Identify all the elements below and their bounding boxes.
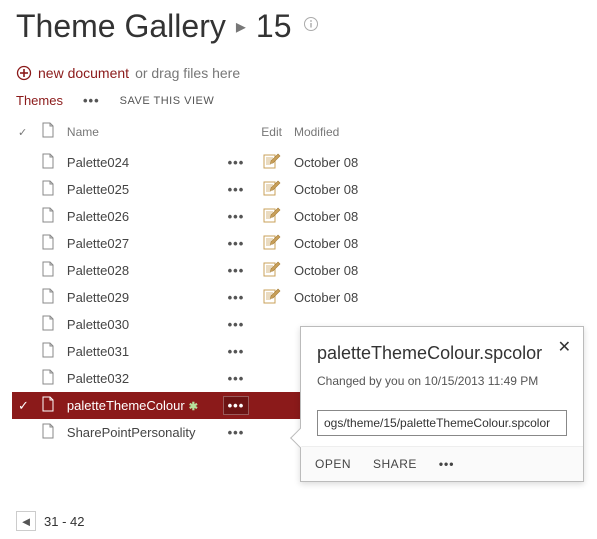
row-menu-button[interactable]: ••• [228,344,245,359]
row-checkbox[interactable]: ✓ [12,392,35,419]
save-view-button[interactable]: SAVE THIS VIEW [120,95,215,113]
modified-cell: October 08 [288,149,382,176]
row-checkbox[interactable] [12,311,35,338]
callout-close-button[interactable]: ✕ [558,337,571,357]
file-name-link[interactable]: Palette029 [67,290,129,305]
column-header-row: ✓ Name Edit Modified [12,116,382,149]
drag-hint: or drag files here [135,65,240,81]
row-checkbox[interactable] [12,338,35,365]
name-header[interactable]: Name [61,116,217,149]
file-icon [35,392,61,419]
callout-share-button[interactable]: SHARE [373,457,417,471]
file-icon [35,203,61,230]
file-icon [35,284,61,311]
breadcrumb-current: 15 [256,8,292,45]
table-row[interactable]: Palette027 ••• October 08 [12,230,382,257]
add-icon[interactable] [16,65,32,81]
views-menu-button[interactable]: ••• [83,93,100,114]
file-name-link[interactable]: Palette032 [67,371,129,386]
view-toolbar: Themes ••• SAVE THIS VIEW [0,87,597,116]
edit-button[interactable] [255,284,288,311]
row-menu-button[interactable]: ••• [228,290,245,305]
pager: ◄ 31 - 42 [16,511,84,531]
table-row[interactable]: Palette028 ••• October 08 [12,257,382,284]
callout-footer: OPEN SHARE ••• [301,446,583,481]
file-name-link[interactable]: Palette027 [67,236,129,251]
row-menu-button[interactable]: ••• [228,236,245,251]
file-icon [35,338,61,365]
tab-themes[interactable]: Themes [16,93,63,114]
row-menu-button[interactable]: ••• [228,371,245,386]
row-menu-button[interactable]: ••• [223,396,250,415]
edit-button[interactable] [255,203,288,230]
file-icon [35,149,61,176]
row-checkbox[interactable] [12,230,35,257]
pager-range: 31 - 42 [44,514,84,529]
new-document-row: new document or drag files here [0,51,597,87]
file-name-link[interactable]: Palette030 [67,317,129,332]
row-checkbox[interactable] [12,365,35,392]
row-menu-button[interactable]: ••• [228,155,245,170]
modified-cell: October 08 [288,284,382,311]
item-callout: ✕ paletteThemeColour.spcolor Changed by … [300,326,584,482]
row-checkbox[interactable] [12,257,35,284]
breadcrumb-chevron-icon: ▸ [236,14,246,39]
file-name-link[interactable]: Palette024 [67,155,129,170]
modified-cell: October 08 [288,176,382,203]
type-header[interactable] [35,116,61,149]
callout-open-button[interactable]: OPEN [315,457,351,471]
edit-button[interactable] [255,149,288,176]
file-name-link[interactable]: Palette031 [67,344,129,359]
file-icon [35,365,61,392]
callout-subtitle: Changed by you on 10/15/2013 11:49 PM [317,374,567,388]
row-checkbox[interactable] [12,419,35,446]
new-badge-icon: ✱ [189,401,198,413]
row-menu-button[interactable]: ••• [228,182,245,197]
file-icon [35,230,61,257]
callout-more-button[interactable]: ••• [439,457,455,471]
edit-header[interactable]: Edit [255,116,288,149]
page-header: Theme Gallery ▸ 15 [0,0,597,51]
callout-title: paletteThemeColour.spcolor [317,343,567,364]
edit-button[interactable] [255,176,288,203]
file-icon [35,311,61,338]
table-row[interactable]: Palette029 ••• October 08 [12,284,382,311]
modified-header[interactable]: Modified [288,116,382,149]
modified-cell: October 08 [288,230,382,257]
edit-button[interactable] [255,230,288,257]
select-all-header[interactable]: ✓ [12,116,35,149]
table-row[interactable]: Palette026 ••• October 08 [12,203,382,230]
table-row[interactable]: Palette025 ••• October 08 [12,176,382,203]
table-row[interactable]: Palette024 ••• October 08 [12,149,382,176]
row-checkbox[interactable] [12,149,35,176]
row-checkbox[interactable] [12,203,35,230]
file-name-link[interactable]: SharePointPersonality [67,425,196,440]
callout-url-input[interactable] [317,410,567,436]
row-menu-button[interactable]: ••• [228,209,245,224]
row-checkbox[interactable] [12,176,35,203]
file-name-link[interactable]: Palette028 [67,263,129,278]
title-theme-gallery[interactable]: Theme Gallery [16,8,226,45]
edit-button[interactable] [255,257,288,284]
modified-cell: October 08 [288,257,382,284]
file-name-link[interactable]: paletteThemeColour [67,398,185,413]
file-icon [35,257,61,284]
file-icon [35,176,61,203]
info-icon[interactable] [303,16,319,37]
row-menu-button[interactable]: ••• [228,263,245,278]
file-icon [35,419,61,446]
file-name-link[interactable]: Palette025 [67,182,129,197]
modified-cell: October 08 [288,203,382,230]
new-document-link[interactable]: new document [38,65,129,81]
row-menu-button[interactable]: ••• [228,425,245,440]
file-name-link[interactable]: Palette026 [67,209,129,224]
row-menu-button[interactable]: ••• [228,317,245,332]
pager-prev-button[interactable]: ◄ [16,511,36,531]
row-checkbox[interactable] [12,284,35,311]
